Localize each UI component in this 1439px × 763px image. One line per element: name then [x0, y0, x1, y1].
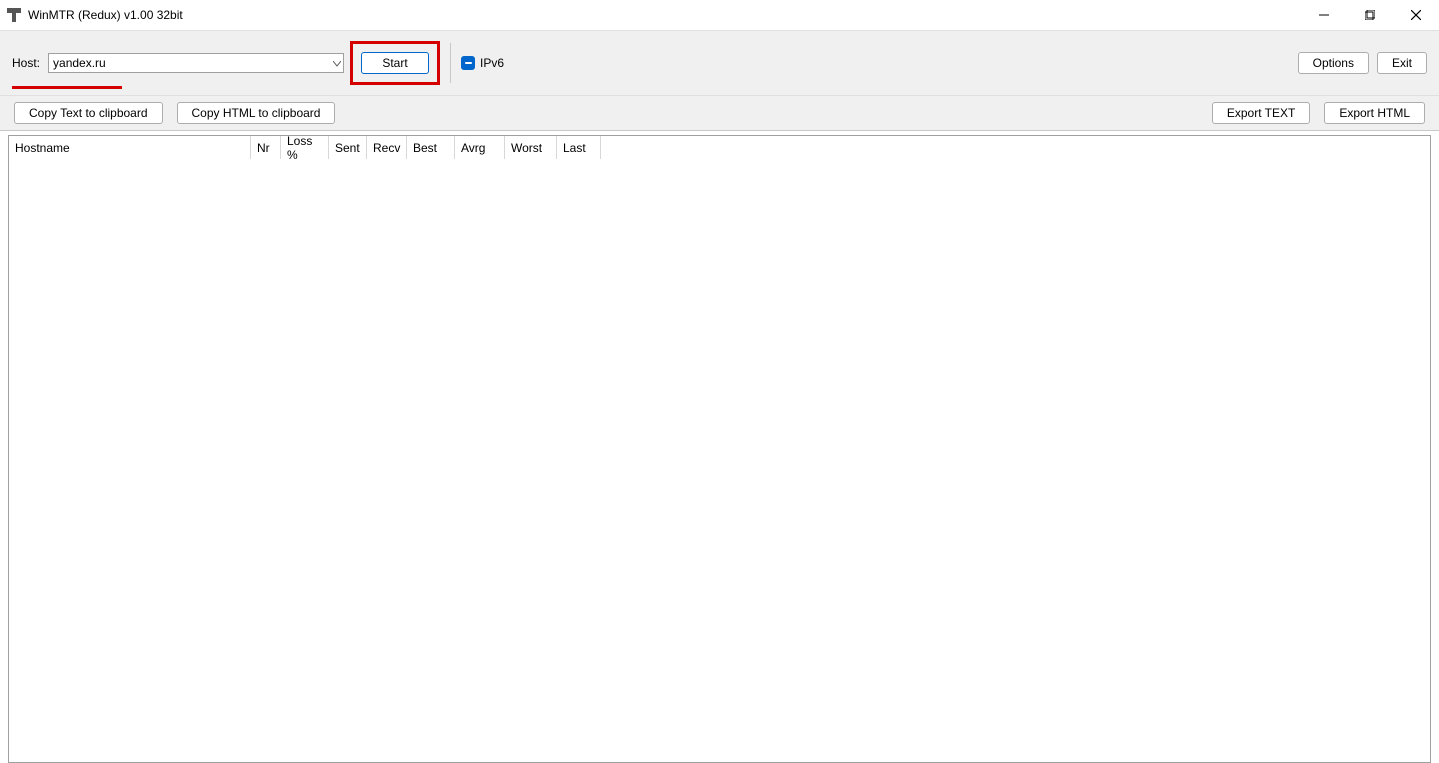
host-label: Host:	[12, 56, 40, 70]
ipv6-option: IPv6	[461, 56, 504, 70]
window-title: WinMTR (Redux) v1.00 32bit	[28, 8, 183, 22]
highlight-box: Start	[350, 41, 440, 85]
column-sent[interactable]: Sent	[329, 136, 367, 159]
column-nr[interactable]: Nr	[251, 136, 281, 159]
window-controls	[1301, 0, 1439, 30]
exit-button[interactable]: Exit	[1377, 52, 1427, 74]
host-input-wrapper	[48, 53, 344, 73]
column-recv[interactable]: Recv	[367, 136, 407, 159]
export-html-button[interactable]: Export HTML	[1324, 102, 1425, 124]
results-list[interactable]: Hostname Nr Loss % Sent Recv Best Avrg W…	[8, 135, 1431, 763]
secondary-toolbar: Copy Text to clipboard Copy HTML to clip…	[0, 96, 1439, 131]
column-loss[interactable]: Loss %	[281, 136, 329, 159]
column-last[interactable]: Last	[557, 136, 601, 159]
copy-html-button[interactable]: Copy HTML to clipboard	[177, 102, 336, 124]
annotation-underline	[12, 86, 122, 89]
app-icon	[6, 7, 22, 23]
copy-text-button[interactable]: Copy Text to clipboard	[14, 102, 163, 124]
host-input[interactable]	[48, 53, 344, 73]
start-button[interactable]: Start	[361, 52, 429, 74]
close-button[interactable]	[1393, 0, 1439, 30]
ipv6-label: IPv6	[480, 56, 504, 70]
options-button[interactable]: Options	[1298, 52, 1369, 74]
minimize-button[interactable]	[1301, 0, 1347, 30]
ipv6-checkbox[interactable]	[461, 56, 475, 70]
column-hostname[interactable]: Hostname	[9, 136, 251, 159]
maximize-button[interactable]	[1347, 0, 1393, 30]
export-text-button[interactable]: Export TEXT	[1212, 102, 1310, 124]
main-toolbar: Host: Start IPv6 Options Exit	[0, 30, 1439, 96]
column-avrg[interactable]: Avrg	[455, 136, 505, 159]
results-header: Hostname Nr Loss % Sent Recv Best Avrg W…	[9, 136, 1430, 160]
titlebar: WinMTR (Redux) v1.00 32bit	[0, 0, 1439, 30]
column-best[interactable]: Best	[407, 136, 455, 159]
separator	[450, 43, 451, 83]
column-worst[interactable]: Worst	[505, 136, 557, 159]
